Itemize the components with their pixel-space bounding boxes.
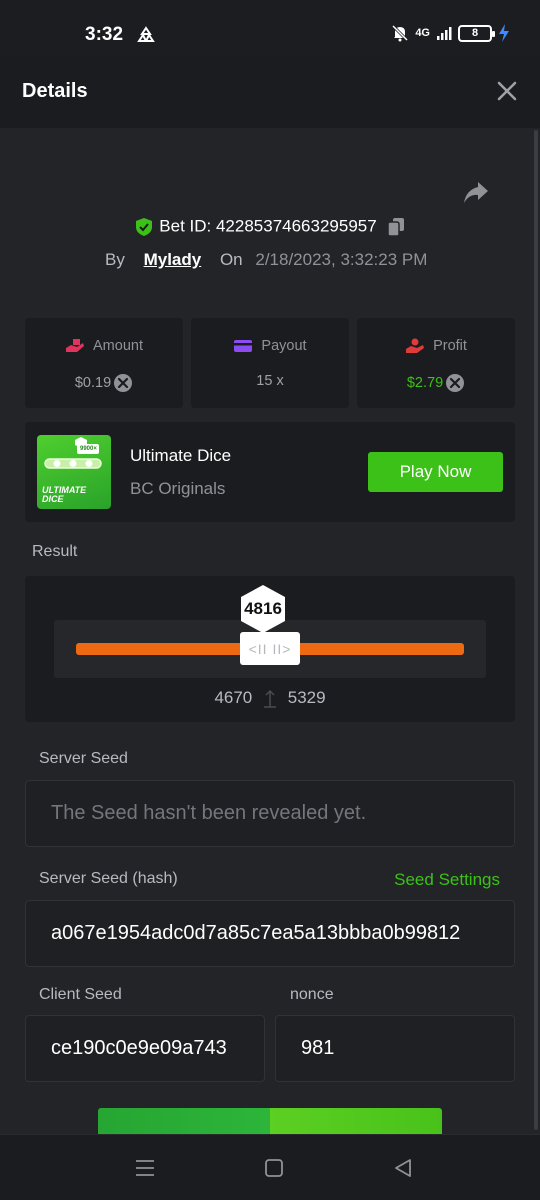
profit-label-row: Profit [357, 338, 515, 354]
seed-settings-link[interactable]: Seed Settings [394, 870, 500, 890]
scrollbar[interactable] [534, 130, 538, 1130]
amount-card: Amount $0.19 [25, 318, 183, 408]
server-seed-hash-label: Server Seed (hash) [39, 870, 178, 887]
system-nav-bar [0, 1134, 540, 1200]
status-time: 3:32 [85, 24, 124, 45]
profit-label: Profit [433, 338, 467, 354]
amount-value-row: $0.19 [25, 373, 183, 393]
result-label: Result [32, 543, 78, 560]
range-low: 4670 [214, 688, 253, 707]
bet-id-row: Bet ID: 42285374663295957 [0, 216, 540, 237]
bet-author-row: By Mylady On 2/18/2023, 3:32:23 PM [105, 250, 427, 270]
game-thumbnail[interactable]: 9900× ULTIMATE DICE [37, 435, 111, 509]
bet-id: Bet ID: 42285374663295957 [159, 216, 377, 236]
shield-check-icon [136, 217, 153, 236]
charging-icon [499, 24, 509, 42]
nonce-label: nonce [290, 986, 334, 1003]
thumb-badge: 9900× [80, 446, 97, 452]
card-icon [234, 340, 253, 353]
arrow-up-icon [264, 689, 276, 708]
coin-icon [446, 374, 465, 392]
money-hand-icon [66, 339, 84, 353]
copy-icon[interactable] [386, 217, 405, 237]
amount-value: $0.19 [74, 374, 112, 391]
menu-icon[interactable] [134, 1157, 156, 1179]
coin-icon [114, 374, 133, 392]
details-header: Details [0, 56, 540, 128]
signal-icon [437, 27, 452, 40]
close-icon[interactable] [496, 80, 518, 102]
game-provider: BC Originals [130, 479, 226, 498]
payout-value: 15 x [256, 373, 284, 389]
status-bar: 3:32 4G 8 [0, 0, 540, 56]
server-seed-hash-field[interactable]: a067e1954adc0d7a85c7ea5a13bbba0b99812 [25, 900, 515, 967]
server-seed-field[interactable]: The Seed hasn't been revealed yet. [25, 780, 515, 847]
payout-label: Payout [261, 338, 307, 354]
amount-label-row: Amount [25, 338, 183, 354]
thumb-title-2: DICE [42, 494, 64, 504]
profit-value-row: $2.79 [357, 373, 515, 393]
profit-value: $2.79 [406, 374, 444, 391]
bet-date: 2/18/2023, 3:32:23 PM [255, 250, 428, 269]
client-seed-field[interactable]: ce190c0e9e09a743 [25, 1015, 265, 1082]
slider-handle[interactable]: <II II> [240, 632, 300, 665]
home-icon[interactable] [263, 1157, 285, 1179]
result-panel: <II II> 4816 4670 5329 [25, 576, 515, 722]
game-name: Ultimate Dice [130, 446, 232, 465]
username-link[interactable]: Mylady [144, 250, 202, 269]
payout-label-row: Payout [191, 338, 349, 354]
recycle-icon [137, 26, 155, 42]
server-seed-label: Server Seed [39, 750, 128, 767]
by-label: By [105, 250, 125, 269]
result-value: 4816 [244, 599, 282, 618]
bell-muted-icon [392, 24, 409, 42]
page-title: Details [22, 80, 88, 102]
client-seed-label: Client Seed [39, 986, 122, 1003]
share-icon[interactable] [462, 178, 490, 206]
status-icons: 4G 8 [391, 24, 510, 42]
nonce-field[interactable]: 981 [275, 1015, 515, 1082]
on-label: On [219, 250, 243, 269]
amount-label: Amount [93, 338, 143, 354]
network-indicator: 4G [415, 27, 430, 39]
payout-card: Payout 15 x [191, 318, 349, 408]
game-card: 9900× ULTIMATE DICE Ultimate Dice BC Ori… [25, 422, 515, 522]
result-range: 4670 5329 [25, 688, 515, 708]
battery-icon: 8 [458, 24, 495, 42]
play-now-button[interactable]: Play Now [368, 452, 503, 492]
profit-hand-icon [406, 338, 425, 354]
range-high: 5329 [287, 688, 326, 707]
profit-card: Profit $2.79 [357, 318, 515, 408]
back-icon[interactable] [392, 1157, 414, 1179]
